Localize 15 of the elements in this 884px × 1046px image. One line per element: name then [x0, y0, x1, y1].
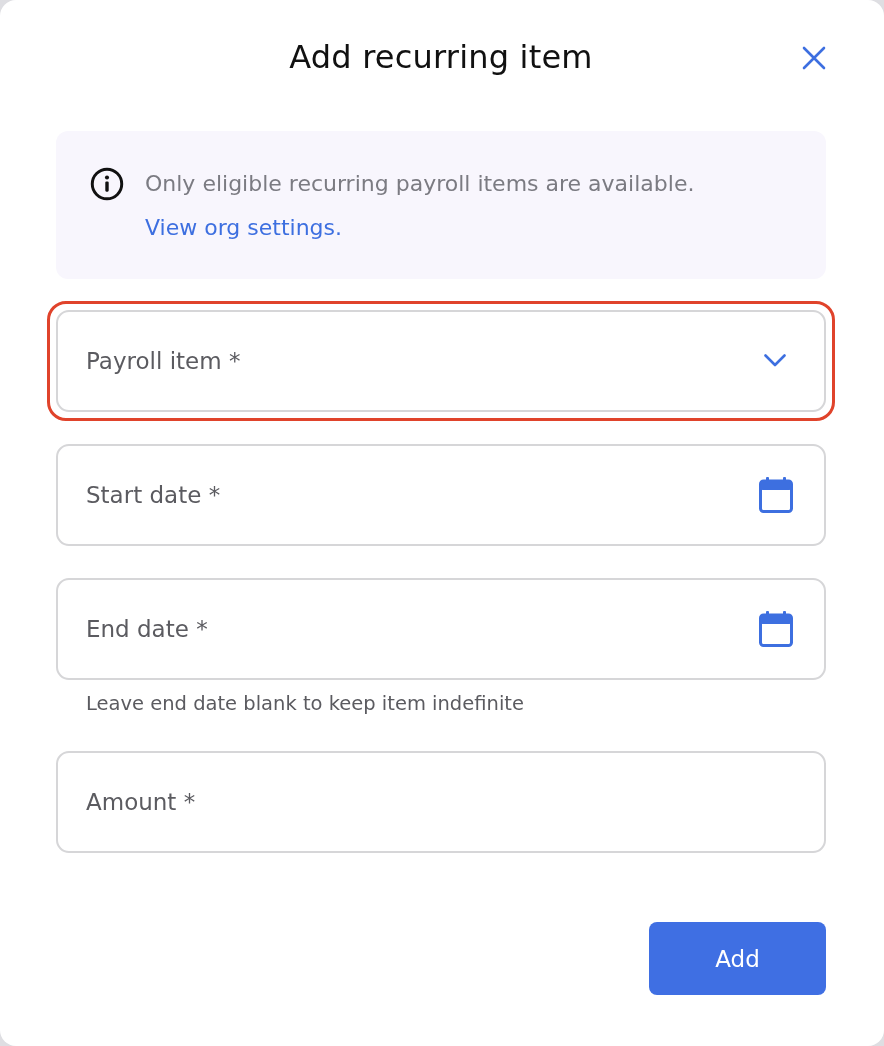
close-icon [802, 46, 826, 70]
chevron-down-icon [764, 354, 786, 367]
helper-text: Leave end date blank to keep item indefinite [86, 691, 524, 717]
date-input-field[interactable]: End date * [56, 578, 826, 680]
amount-input-field[interactable]: Amount * [56, 751, 826, 853]
date-input-field[interactable]: Start date * [56, 444, 826, 546]
dialog-title: Add recurring item [289, 37, 593, 78]
close-button[interactable] [800, 44, 828, 72]
org-settings-link[interactable]: View org settings. [145, 211, 342, 245]
calendar-icon [759, 477, 793, 513]
notice-text: Only eligible recurring payroll items are available. [145, 170, 695, 198]
add-button[interactable]: Add [649, 922, 826, 995]
calendar-icon [759, 611, 793, 647]
info-icon [90, 167, 124, 201]
payroll-select-field[interactable]: Payroll item * [56, 310, 826, 412]
